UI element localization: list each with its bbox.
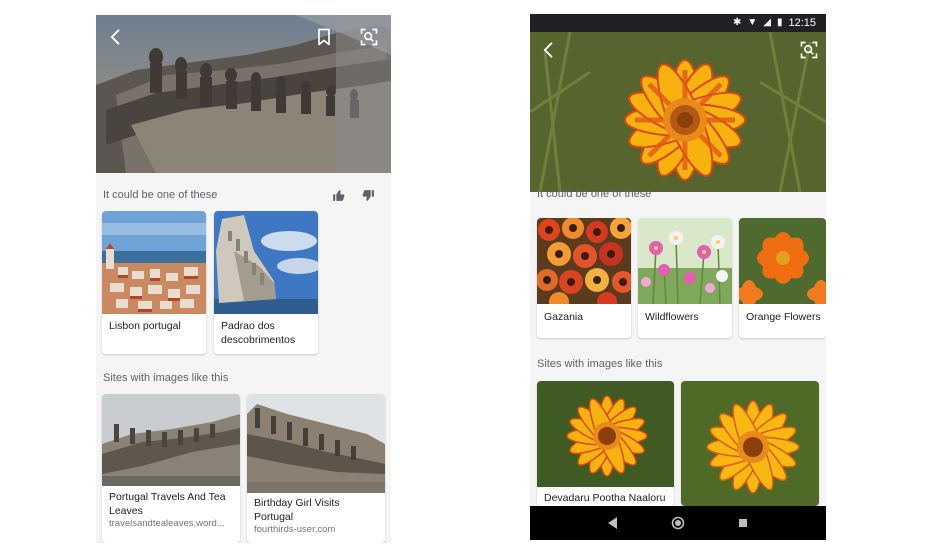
stage: It could be one of these Lisbon portugal… [0,0,950,550]
visual-search-button[interactable] [357,25,381,49]
chevron-left-icon [110,29,120,45]
site-card-birthday[interactable]: Birthday Girl Visits Portugal fourthirds… [247,394,385,543]
site-card-source: travelsandtealeaves.word... [109,518,225,529]
nav-home-button[interactable] [668,513,688,533]
identify-card-label: Gazania [544,311,584,323]
wildflowers-thumbnail [638,218,732,304]
site-thumbnail [681,381,819,506]
dislike-button[interactable] [360,187,376,203]
circle-home-icon [671,516,685,530]
site-card-travels[interactable]: Portugal Travels And Tea Leaves travelsa… [102,394,240,543]
bookmark-button[interactable] [312,25,336,49]
site-card-title: Devadaru Pootha Naaloru [544,492,666,504]
site-thumbnail [537,381,674,487]
identify-card-gazania[interactable]: Gazania [537,218,631,338]
site-thumbnail [102,394,240,486]
identify-card-label: Wildflowers [645,311,699,323]
identify-card-lisbon[interactable]: Lisbon portugal [102,211,206,354]
site-card-source: fourthirds-user.com [254,524,336,535]
bookmark-icon [318,28,330,46]
identify-card-padrao[interactable]: Padrao dos descobrimentos [214,211,318,354]
identify-card-wildflowers[interactable]: Wildflowers [638,218,732,338]
back-button[interactable] [104,25,128,49]
like-button[interactable] [330,187,346,203]
flower-hero-image [530,32,826,192]
right-screen: ✱ ▼ ◢ ▮ 12:15 It could be one of these G… [530,14,826,540]
lisbon-thumbnail [102,211,206,314]
orange-flowers-thumbnail [739,218,826,304]
back-button[interactable] [537,38,561,62]
sites-section-title: Sites with images like this [537,358,663,370]
chevron-left-icon [543,42,553,58]
signal-icon: ◢ [763,17,771,28]
android-nav-bar [530,506,826,540]
monument-hero-image [96,15,391,173]
identify-card-label: Orange Flowers [746,311,821,323]
battery-icon: ▮ [776,17,783,28]
site-thumbnail [247,394,385,493]
thumb-down-icon [362,189,374,201]
triangle-back-icon [607,517,617,529]
status-bar: ✱ ▼ ◢ ▮ 12:15 [530,14,826,32]
lens-icon [360,28,378,46]
lens-icon [800,41,818,59]
site-card-devadaru[interactable]: Devadaru Pootha Naaloru [537,381,674,506]
nav-recents-button[interactable] [733,513,753,533]
wifi-icon: ▼ [747,17,758,28]
gazania-thumbnail [537,218,631,304]
identify-section-title: It could be one of these [537,188,652,200]
square-recents-icon [739,519,748,527]
sites-section-title: Sites with images like this [103,372,229,384]
identify-card-label: Lisbon portugal [109,320,181,332]
padrao-thumbnail [214,211,318,314]
status-time: 12:15 [788,17,816,29]
site-card-title: Birthday Girl Visits Portugal [254,497,340,523]
nav-back-button[interactable] [603,513,623,533]
site-card-gazania-2[interactable] [681,381,819,506]
identify-card-label: Padrao dos descobrimentos [221,320,296,346]
identify-section-title: It could be one of these [103,189,218,201]
bluetooth-icon: ✱ [732,17,742,28]
thumb-up-icon [332,189,344,201]
left-screen: It could be one of these Lisbon portugal… [96,15,391,543]
site-card-title: Portugal Travels And Tea Leaves [109,491,226,517]
visual-search-button[interactable] [797,38,821,62]
identify-card-orange-flowers[interactable]: Orange Flowers [739,218,826,338]
